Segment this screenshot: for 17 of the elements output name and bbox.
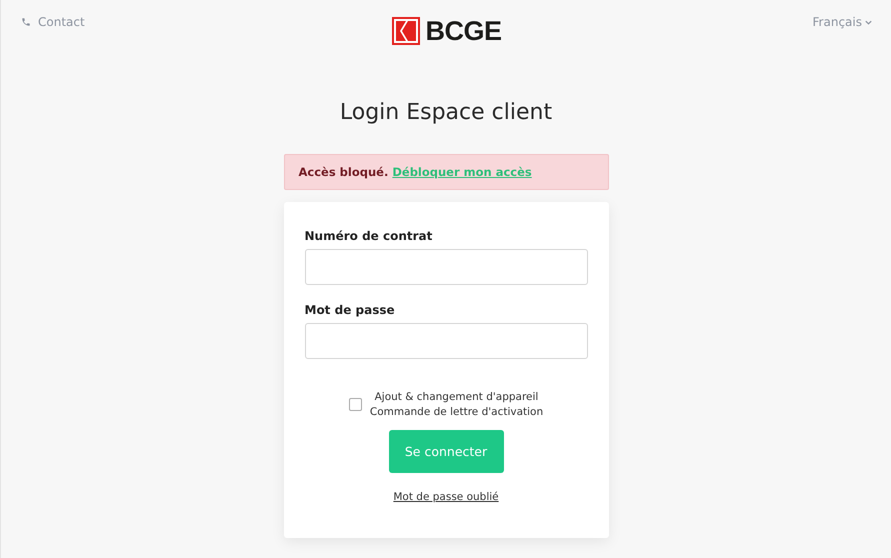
page-title: Login Espace client	[340, 100, 552, 127]
phone-icon	[21, 17, 31, 27]
language-selector[interactable]: Français	[812, 15, 873, 29]
logo-icon	[392, 17, 420, 45]
login-button[interactable]: Se connecter	[388, 430, 504, 473]
checkbox-label: Commande de lettre d'activation	[370, 406, 544, 418]
contact-link[interactable]: Contact	[21, 15, 85, 29]
field-label: Numéro de contrat	[304, 229, 434, 243]
unlock-link[interactable]: Débloquer mon accès	[392, 165, 532, 179]
alert-text: Accès bloqué.	[298, 165, 388, 179]
checkbox[interactable]	[348, 398, 362, 411]
checkbox-label: Ajout & changement d'appareil	[374, 391, 538, 403]
input-field[interactable]	[304, 249, 588, 285]
logo-text: BCGE	[425, 18, 502, 44]
forgot-password-link[interactable]: Mot de passe oublié	[393, 491, 499, 503]
field-label: Mot de passe	[304, 303, 396, 317]
input-field[interactable]	[304, 323, 588, 359]
